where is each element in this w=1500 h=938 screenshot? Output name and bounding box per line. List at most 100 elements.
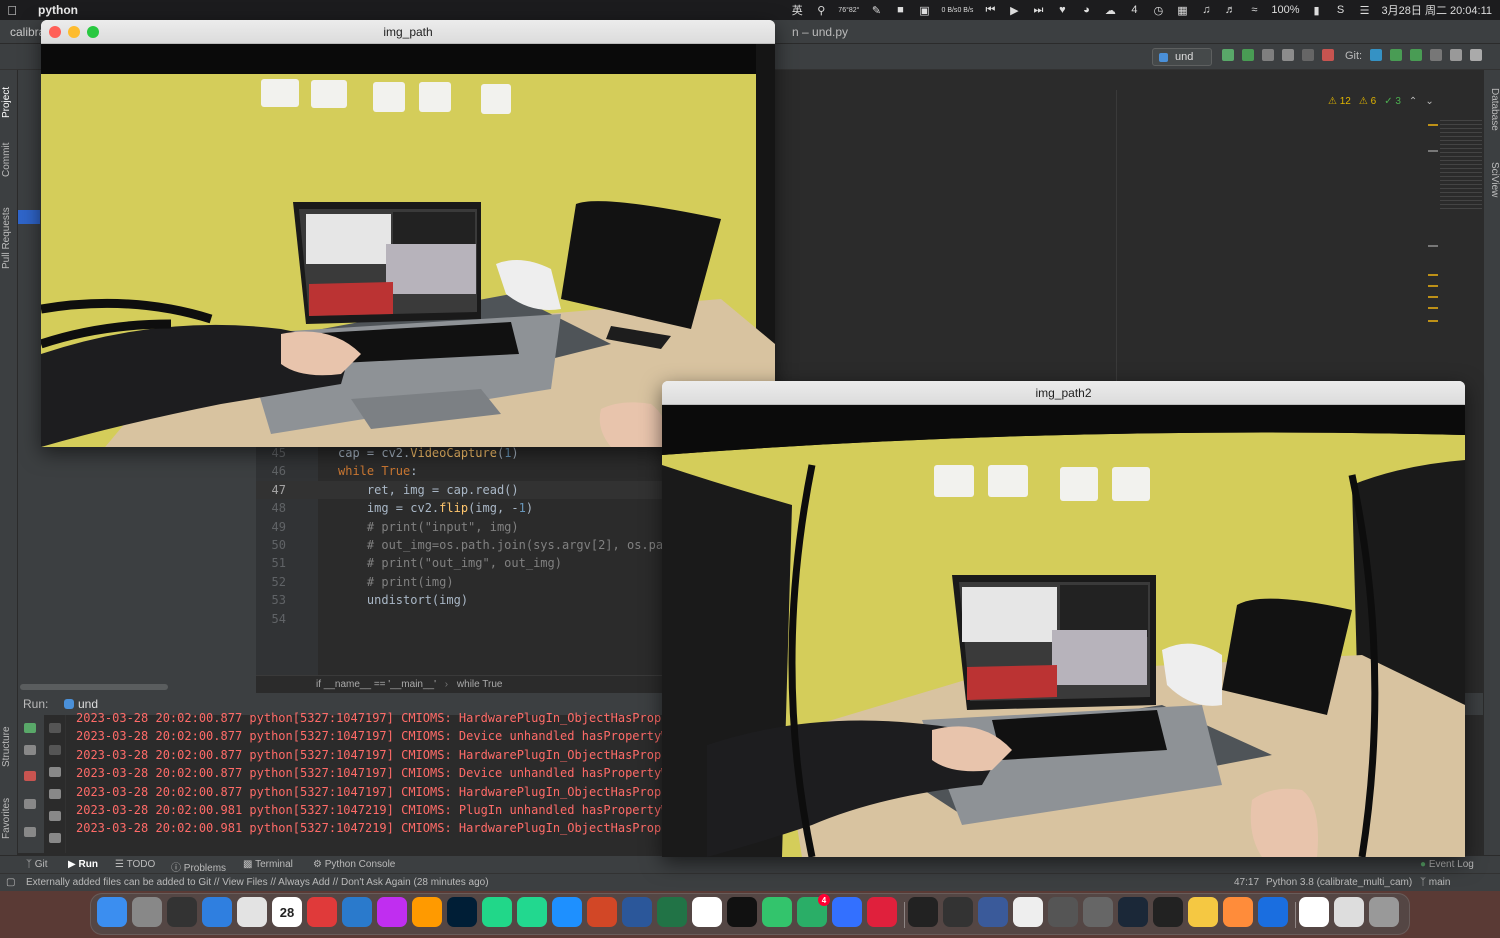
network-speed[interactable]: 0 B/s 0 B/s [941, 7, 973, 14]
code-text[interactable]: undistort(img) [338, 591, 468, 609]
coverage-icon[interactable] [1262, 49, 1274, 61]
code-text[interactable]: # print("out_img", out_img) [338, 554, 562, 572]
globe-icon[interactable]: ◕ [1079, 4, 1093, 16]
dock-intellij-icon[interactable] [377, 897, 407, 927]
python-interpreter[interactable]: Python 3.8 (calibrate_multi_cam) [1266, 877, 1412, 888]
script-icon[interactable]: ✎ [869, 4, 883, 17]
dock-photoshop-icon[interactable] [447, 897, 477, 927]
dock-trash-icon[interactable] [1369, 897, 1399, 927]
dock-document-icon[interactable] [1299, 897, 1329, 927]
breadcrumb-main[interactable]: if __name__ == '__main__' [316, 679, 436, 690]
dock-sourcetree-icon[interactable] [1223, 897, 1253, 927]
tab-terminal[interactable]: ▩ Terminal [243, 859, 293, 870]
dock-screenshots-icon[interactable] [1334, 897, 1364, 927]
code-text[interactable]: while True: [338, 462, 417, 480]
arrow-up-icon[interactable] [49, 723, 61, 733]
scroll-to-end-icon[interactable] [49, 789, 61, 799]
close-icon[interactable] [49, 26, 61, 38]
tab-favorites[interactable]: Favorites [1, 788, 17, 848]
heart-icon[interactable]: ♥ [1055, 4, 1069, 16]
wrench-icon[interactable] [24, 745, 36, 755]
dock-steam-icon[interactable] [1118, 897, 1148, 927]
code-line[interactable]: 52 # print(img) [256, 573, 666, 591]
code-text[interactable]: # out_img=os.path.join(sys.argv[2], os.p… [338, 536, 685, 554]
dock-arc-icon[interactable] [867, 897, 897, 927]
menubar-app-name[interactable]: python [38, 3, 78, 17]
chevron-down-icon[interactable]: ⌄ [1425, 96, 1433, 107]
tab-commit[interactable]: Commit [1, 136, 17, 184]
apple-menu-icon[interactable]:  [0, 3, 24, 18]
git-push-icon[interactable] [1410, 49, 1422, 61]
memory-icon[interactable]: ▦ [1175, 4, 1189, 17]
dock-chrome-icon[interactable] [237, 897, 267, 927]
trash-icon[interactable] [49, 833, 61, 843]
caret-position[interactable]: 47:17 [1234, 877, 1259, 888]
battery-percent[interactable]: 100% [1271, 4, 1299, 16]
dock-typora-icon[interactable] [692, 897, 722, 927]
code-line[interactable]: 49 # print("input", img) [256, 518, 666, 536]
control-center-icon[interactable]: ☰ [1358, 4, 1372, 17]
dock-pages-icon[interactable] [1013, 897, 1043, 927]
tab-pull-requests[interactable]: Pull Requests [1, 198, 17, 278]
dock-excel-icon[interactable] [657, 897, 687, 927]
git-history-icon[interactable] [1430, 49, 1442, 61]
app-icon[interactable]: ■ [893, 4, 907, 16]
tab-database[interactable]: Database [1485, 88, 1500, 150]
code-line[interactable]: 46 while True: [256, 462, 666, 480]
time-machine-icon[interactable]: ◷ [1151, 4, 1165, 17]
dock-feishu-icon[interactable] [832, 897, 862, 927]
soft-wrap-icon[interactable] [49, 767, 61, 777]
code-minimap[interactable] [1440, 120, 1482, 210]
inspection-widget[interactable]: ⚠ 12 ⚠ 6 ✓ 3 ⌃ ⌄ [1328, 96, 1434, 107]
stop-icon[interactable] [1322, 49, 1334, 61]
code-line[interactable]: 53 undistort(img) [256, 591, 666, 609]
debug-icon[interactable] [1242, 49, 1254, 61]
layout-icon[interactable] [24, 799, 36, 809]
volume-icon[interactable]: ♬ [1223, 4, 1237, 16]
breadcrumb[interactable]: if __name__ == '__main__' › while True [256, 675, 666, 693]
tab-event-log[interactable]: ● Event Log [1420, 859, 1474, 870]
dock-instruments-icon[interactable] [978, 897, 1008, 927]
code-line[interactable]: 51 # print("out_img", out_img) [256, 554, 666, 572]
dock-netease-music-icon[interactable] [307, 897, 337, 927]
code-text[interactable]: # print(img) [338, 573, 454, 591]
code-line[interactable]: 50 # out_img=os.path.join(sys.argv[2], o… [256, 536, 685, 554]
next-track-icon[interactable]: ⏭ [1031, 4, 1045, 17]
wechat-icon[interactable]: ☁ [1103, 4, 1117, 17]
status-toggle-icon[interactable]: ▢ [6, 877, 15, 888]
project-selected-row[interactable] [18, 210, 40, 224]
git-rollback-icon[interactable] [1450, 49, 1462, 61]
dock-illustrator-icon[interactable] [412, 897, 442, 927]
dock-safari-icon[interactable] [202, 897, 232, 927]
code-line[interactable]: 48 img = cv2.flip(img, -1) [256, 499, 666, 517]
dock-metronome-icon[interactable] [943, 897, 973, 927]
dock-clion-icon[interactable] [517, 897, 547, 927]
zoom-icon[interactable] [87, 26, 99, 38]
tab-python-console[interactable]: ⚙ Python Console [313, 859, 395, 870]
code-text[interactable]: img = cv2.flip(img, -1) [338, 499, 533, 517]
search-everywhere-icon[interactable] [1470, 49, 1482, 61]
code-text[interactable]: ret, img = cap.read() [338, 481, 519, 499]
stop-icon[interactable] [24, 771, 36, 781]
dock-cube-icon[interactable] [1048, 897, 1078, 927]
dock-calendar-icon[interactable]: 28 [272, 897, 302, 927]
input-method-icon[interactable]: 英 [790, 2, 804, 18]
profile-icon[interactable] [1282, 49, 1294, 61]
dock-github-icon[interactable] [1153, 897, 1183, 927]
tab-todo[interactable]: ☰ TODO [115, 859, 155, 870]
rerun-icon[interactable] [24, 723, 36, 733]
opencv-window-img-path2[interactable]: img_path2 [662, 381, 1465, 857]
spotlight-icon[interactable]: ⚲ [814, 4, 828, 17]
dock-wireless-diag-icon[interactable] [1083, 897, 1113, 927]
s-app-icon[interactable]: S [1334, 4, 1348, 16]
window-titlebar[interactable]: img_path2 [662, 381, 1465, 405]
chevron-up-icon[interactable]: ⌃ [1409, 96, 1417, 107]
tab-project[interactable]: Project [1, 76, 17, 128]
code-text[interactable]: # print("input", img) [338, 518, 519, 536]
dock-wechat-icon[interactable]: 4 [797, 894, 830, 927]
dock-qq-icon[interactable] [727, 897, 757, 927]
code-lines[interactable]: 45 cap = cv2.VideoCapture(1) 46 while True:… [256, 444, 685, 628]
dock-powerpoint-icon[interactable] [587, 897, 617, 927]
dock-mission-control-icon[interactable] [167, 897, 197, 927]
dock-terminal-icon[interactable] [908, 897, 938, 927]
